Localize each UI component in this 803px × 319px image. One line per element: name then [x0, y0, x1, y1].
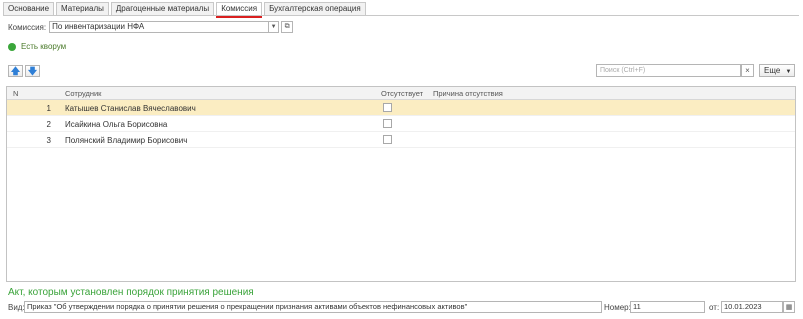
- act-kind-field[interactable]: Приказ "Об утверждении порядка о приняти…: [24, 301, 602, 313]
- commission-row: Комиссия: По инвентаризации НФА ▼ ⧉: [8, 21, 294, 33]
- tabs-divider: [3, 15, 799, 16]
- more-label: Еще: [764, 66, 781, 75]
- absent-checkbox[interactable]: [383, 135, 392, 144]
- row-number: 2: [46, 120, 51, 129]
- table-row[interactable]: 3 Полянский Владимир Борисович: [7, 132, 795, 148]
- open-link-icon: ⧉: [284, 23, 290, 30]
- chevron-down-icon: ▼: [270, 24, 277, 30]
- move-down-button[interactable]: 🡇: [25, 65, 40, 77]
- employee-name: Полянский Владимир Борисович: [65, 136, 188, 145]
- calendar-button[interactable]: ▦: [783, 301, 795, 313]
- status-dot-icon: [8, 42, 16, 51]
- act-date-label: от:: [709, 303, 720, 312]
- absent-checkbox[interactable]: [383, 103, 392, 112]
- move-up-button[interactable]: 🡅: [8, 65, 23, 77]
- column-header-absent[interactable]: Отсутствует: [381, 89, 423, 98]
- tab-accounting-operation[interactable]: Бухгалтерская операция: [264, 2, 366, 15]
- act-number-label: Номер:: [604, 303, 631, 312]
- act-kind-label: Вид:: [8, 303, 25, 312]
- table-row[interactable]: 1 Катышев Станислав Вячеславович: [7, 100, 795, 116]
- arrow-up-icon: 🡅: [10, 65, 21, 76]
- column-header-employee[interactable]: Сотрудник: [65, 89, 101, 98]
- commission-dropdown-button[interactable]: ▼: [269, 21, 280, 33]
- quorum-indicator: Есть кворум: [8, 42, 66, 51]
- calendar-icon: ▦: [785, 304, 793, 311]
- tab-materials[interactable]: Материалы: [56, 2, 109, 15]
- chevron-down-icon: ▼: [785, 69, 792, 75]
- commission-open-button[interactable]: ⧉: [281, 21, 294, 33]
- close-icon: ×: [745, 66, 750, 75]
- act-date-field[interactable]: 10.01.2023: [721, 301, 783, 313]
- column-header-reason[interactable]: Причина отсутствия: [433, 89, 503, 98]
- commission-field[interactable]: По инвентаризации НФА: [49, 21, 270, 33]
- table-toolbar: 🡅 🡇: [8, 65, 42, 77]
- table-header: N Сотрудник Отсутствует Причина отсутств…: [7, 87, 795, 100]
- search-clear-button[interactable]: ×: [741, 64, 754, 77]
- tab-precious-materials[interactable]: Драгоценные материалы: [110, 2, 215, 15]
- row-number: 1: [46, 104, 51, 113]
- row-number: 3: [46, 136, 51, 145]
- employee-name: Катышев Станислав Вячеславович: [65, 104, 196, 113]
- more-button[interactable]: Еще ▼: [759, 64, 795, 77]
- act-number-field[interactable]: 11: [630, 301, 705, 313]
- arrow-down-icon: 🡇: [27, 65, 38, 76]
- commission-label: Комиссия:: [8, 22, 47, 32]
- tab-bar: Основание Материалы Драгоценные материал…: [3, 2, 368, 18]
- tab-commission[interactable]: Комиссия: [216, 2, 263, 18]
- quorum-text: Есть кворум: [21, 42, 67, 51]
- act-section-title: Акт, которым установлен порядок принятия…: [8, 287, 254, 298]
- tab-basis[interactable]: Основание: [3, 2, 55, 15]
- commission-members-table: N Сотрудник Отсутствует Причина отсутств…: [6, 86, 796, 282]
- column-header-n[interactable]: N: [13, 89, 18, 98]
- table-row[interactable]: 2 Исайкина Ольга Борисовна: [7, 116, 795, 132]
- search-input[interactable]: Поиск (Ctrl+F): [596, 64, 741, 77]
- absent-checkbox[interactable]: [383, 119, 392, 128]
- employee-name: Исайкина Ольга Борисовна: [65, 120, 168, 129]
